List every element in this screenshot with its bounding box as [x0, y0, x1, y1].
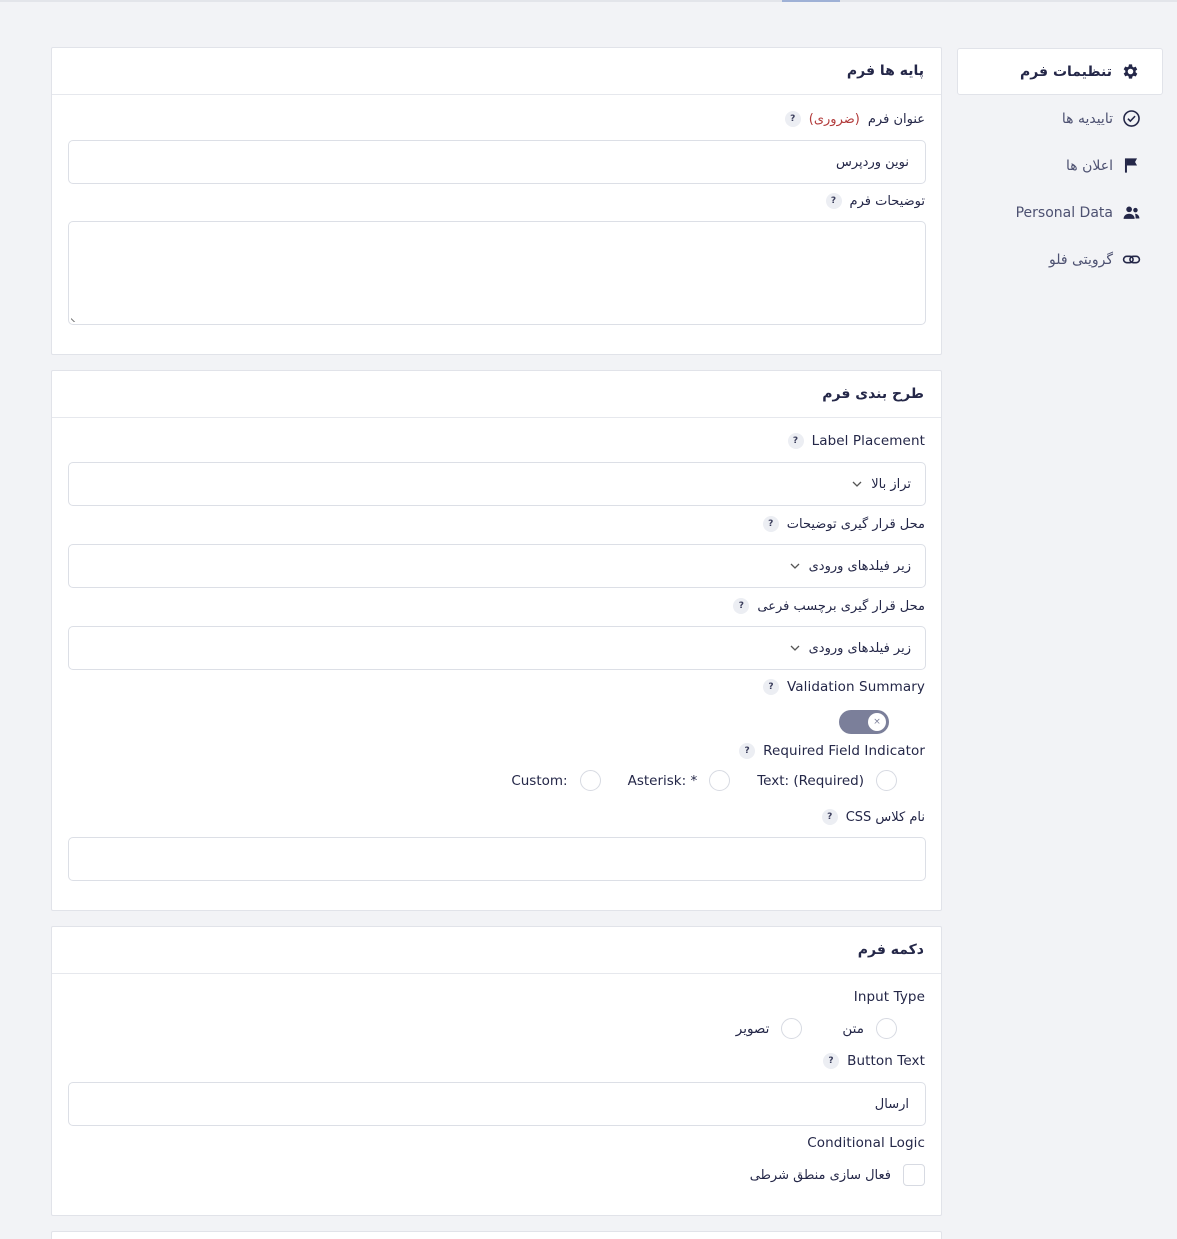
form-description-textarea[interactable]	[68, 221, 926, 325]
help-icon[interactable]: ?	[733, 598, 750, 614]
button-text-label: Button Text ?	[823, 1053, 925, 1069]
sidebar-item-label: اعلان ها	[1066, 157, 1113, 174]
help-icon[interactable]: ?	[739, 743, 756, 759]
button-text-input[interactable]: ارسال	[68, 1082, 926, 1126]
form-title-label: عنوان فرم (ضروری) ?	[784, 111, 925, 127]
checkbox-option[interactable]: فعال سازی منطق شرطی	[750, 1164, 925, 1186]
panel-title: طرح بندی فرم	[52, 371, 941, 418]
radio-option-label: تصویر	[735, 1020, 770, 1037]
resize-handle[interactable]	[71, 314, 79, 322]
sidebar-item-label: Personal Data	[1015, 204, 1113, 221]
required-marker: (ضروری)	[808, 111, 860, 127]
panel-title: دکمه فرم	[52, 927, 941, 974]
sublabel-placement-label: محل قرار گیری برچسب فرعی ?	[733, 598, 925, 614]
conditional-logic-checkbox[interactable]	[903, 1164, 925, 1186]
required-indicator-label: Required Field Indicator ?	[739, 743, 925, 759]
description-placement-label: محل قرار گیری توضیحات ?	[762, 516, 925, 532]
radio-option-asterisk[interactable]: * :Asterisk	[628, 770, 731, 791]
radio-button[interactable]	[579, 770, 601, 791]
label-placement-label-text: Label Placement	[811, 433, 925, 449]
next-panel	[51, 1231, 942, 1239]
form-title-label-text: عنوان فرم	[867, 111, 925, 127]
label-placement-label: Label Placement ?	[787, 433, 925, 449]
close-icon: ×	[868, 713, 886, 731]
gear-icon	[1120, 62, 1140, 82]
sidebar-item-label: تنظیمات فرم	[1019, 63, 1112, 80]
radio-button[interactable]	[709, 770, 731, 791]
sidebar-item-gravity-flow[interactable]: گرویتی فلو	[957, 236, 1163, 283]
radio-button[interactable]	[876, 1018, 897, 1039]
description-placement-label-text: محل قرار گیری توضیحات	[786, 516, 925, 532]
radio-option-label: Text: (Required)	[757, 772, 864, 789]
description-placement-select[interactable]: زیر فیلدهای ورودی	[68, 544, 926, 588]
validation-summary-label-text: Validation Summary	[787, 679, 925, 695]
label-placement-select[interactable]: تراز بالا	[68, 462, 926, 506]
chevron-down-icon	[789, 560, 801, 572]
label-placement-value: تراز بالا	[871, 476, 911, 492]
input-type-radio-group: متن تصویر	[736, 1018, 897, 1039]
form-basics-panel: پایه ها فرم عنوان فرم (ضروری) ? نوین ورد…	[51, 47, 942, 355]
form-button-panel: دکمه فرم Input Type متن تصویر Button Tex…	[51, 926, 942, 1216]
help-icon[interactable]: ?	[825, 193, 842, 209]
form-description-label-text: توضیحات فرم	[849, 193, 925, 209]
sidebar-item-confirmations[interactable]: تاییدیه ها	[957, 95, 1163, 142]
help-icon[interactable]: ?	[821, 809, 838, 825]
top-divider	[0, 0, 1177, 2]
sublabel-placement-value: زیر فیلدهای ورودی	[808, 640, 911, 656]
conditional-logic-label: Conditional Logic	[807, 1135, 925, 1151]
required-indicator-radio-group: Text: (Required) * :Asterisk :Custom	[511, 770, 897, 791]
css-class-label-text: نام کلاس CSS	[845, 809, 925, 825]
radio-option-text[interactable]: Text: (Required)	[757, 770, 897, 791]
form-layout-panel: طرح بندی فرم Label Placement ? تراز بالا…	[51, 370, 942, 911]
help-icon[interactable]: ?	[784, 111, 801, 127]
radio-option-label: * :Asterisk	[627, 772, 698, 789]
radio-option-text[interactable]: متن	[842, 1018, 897, 1039]
link-icon	[1121, 250, 1141, 270]
radio-button[interactable]	[781, 1018, 803, 1039]
flag-icon	[1121, 156, 1141, 176]
settings-sidebar: تنظیمات فرم تاییدیه ها اعلان ها Personal…	[957, 48, 1163, 283]
chevron-down-icon	[851, 478, 863, 490]
help-icon[interactable]: ?	[787, 433, 804, 449]
sidebar-item-label: تاییدیه ها	[1061, 110, 1113, 127]
form-title-input[interactable]: نوین وردپرس	[68, 140, 926, 184]
radio-option-label: :Custom	[511, 772, 568, 789]
check-circle-icon	[1121, 109, 1141, 129]
help-icon[interactable]: ?	[762, 516, 779, 532]
sidebar-item-personal-data[interactable]: Personal Data	[957, 189, 1163, 236]
radio-option-custom[interactable]: :Custom	[511, 770, 601, 791]
css-class-label: نام کلاس CSS ?	[821, 809, 925, 825]
help-icon[interactable]: ?	[763, 679, 779, 695]
validation-summary-toggle[interactable]: ×	[839, 710, 889, 734]
validation-summary-label: Validation Summary ?	[763, 679, 925, 695]
chevron-down-icon	[789, 642, 801, 654]
button-text-label-text: Button Text	[847, 1053, 925, 1069]
radio-option-label: متن	[842, 1020, 864, 1037]
form-description-label: توضیحات فرم ?	[825, 193, 925, 209]
top-divider-accent	[782, 0, 840, 2]
conditional-logic-checkbox-row[interactable]: فعال سازی منطق شرطی	[750, 1164, 925, 1186]
help-icon[interactable]: ?	[823, 1053, 840, 1069]
input-type-label-text: Input Type	[853, 989, 925, 1005]
description-placement-value: زیر فیلدهای ورودی	[808, 558, 911, 574]
radio-option-image[interactable]: تصویر	[736, 1018, 803, 1039]
checkbox-label: فعال سازی منطق شرطی	[749, 1167, 891, 1183]
panel-title: پایه ها فرم	[52, 48, 941, 95]
conditional-logic-label-text: Conditional Logic	[807, 1135, 925, 1151]
required-indicator-label-text: Required Field Indicator	[763, 743, 925, 759]
radio-button[interactable]	[876, 770, 897, 791]
sublabel-placement-label-text: محل قرار گیری برچسب فرعی	[757, 598, 925, 614]
sublabel-placement-select[interactable]: زیر فیلدهای ورودی	[68, 626, 926, 670]
input-type-label: Input Type	[854, 989, 925, 1005]
sidebar-item-form-settings[interactable]: تنظیمات فرم	[957, 48, 1163, 95]
users-icon	[1121, 203, 1141, 223]
sidebar-item-notifications[interactable]: اعلان ها	[957, 142, 1163, 189]
sidebar-item-label: گرویتی فلو	[1049, 251, 1113, 268]
button-text-value: ارسال	[874, 1096, 909, 1112]
css-class-input[interactable]	[68, 837, 926, 881]
form-title-value: نوین وردپرس	[836, 154, 909, 170]
